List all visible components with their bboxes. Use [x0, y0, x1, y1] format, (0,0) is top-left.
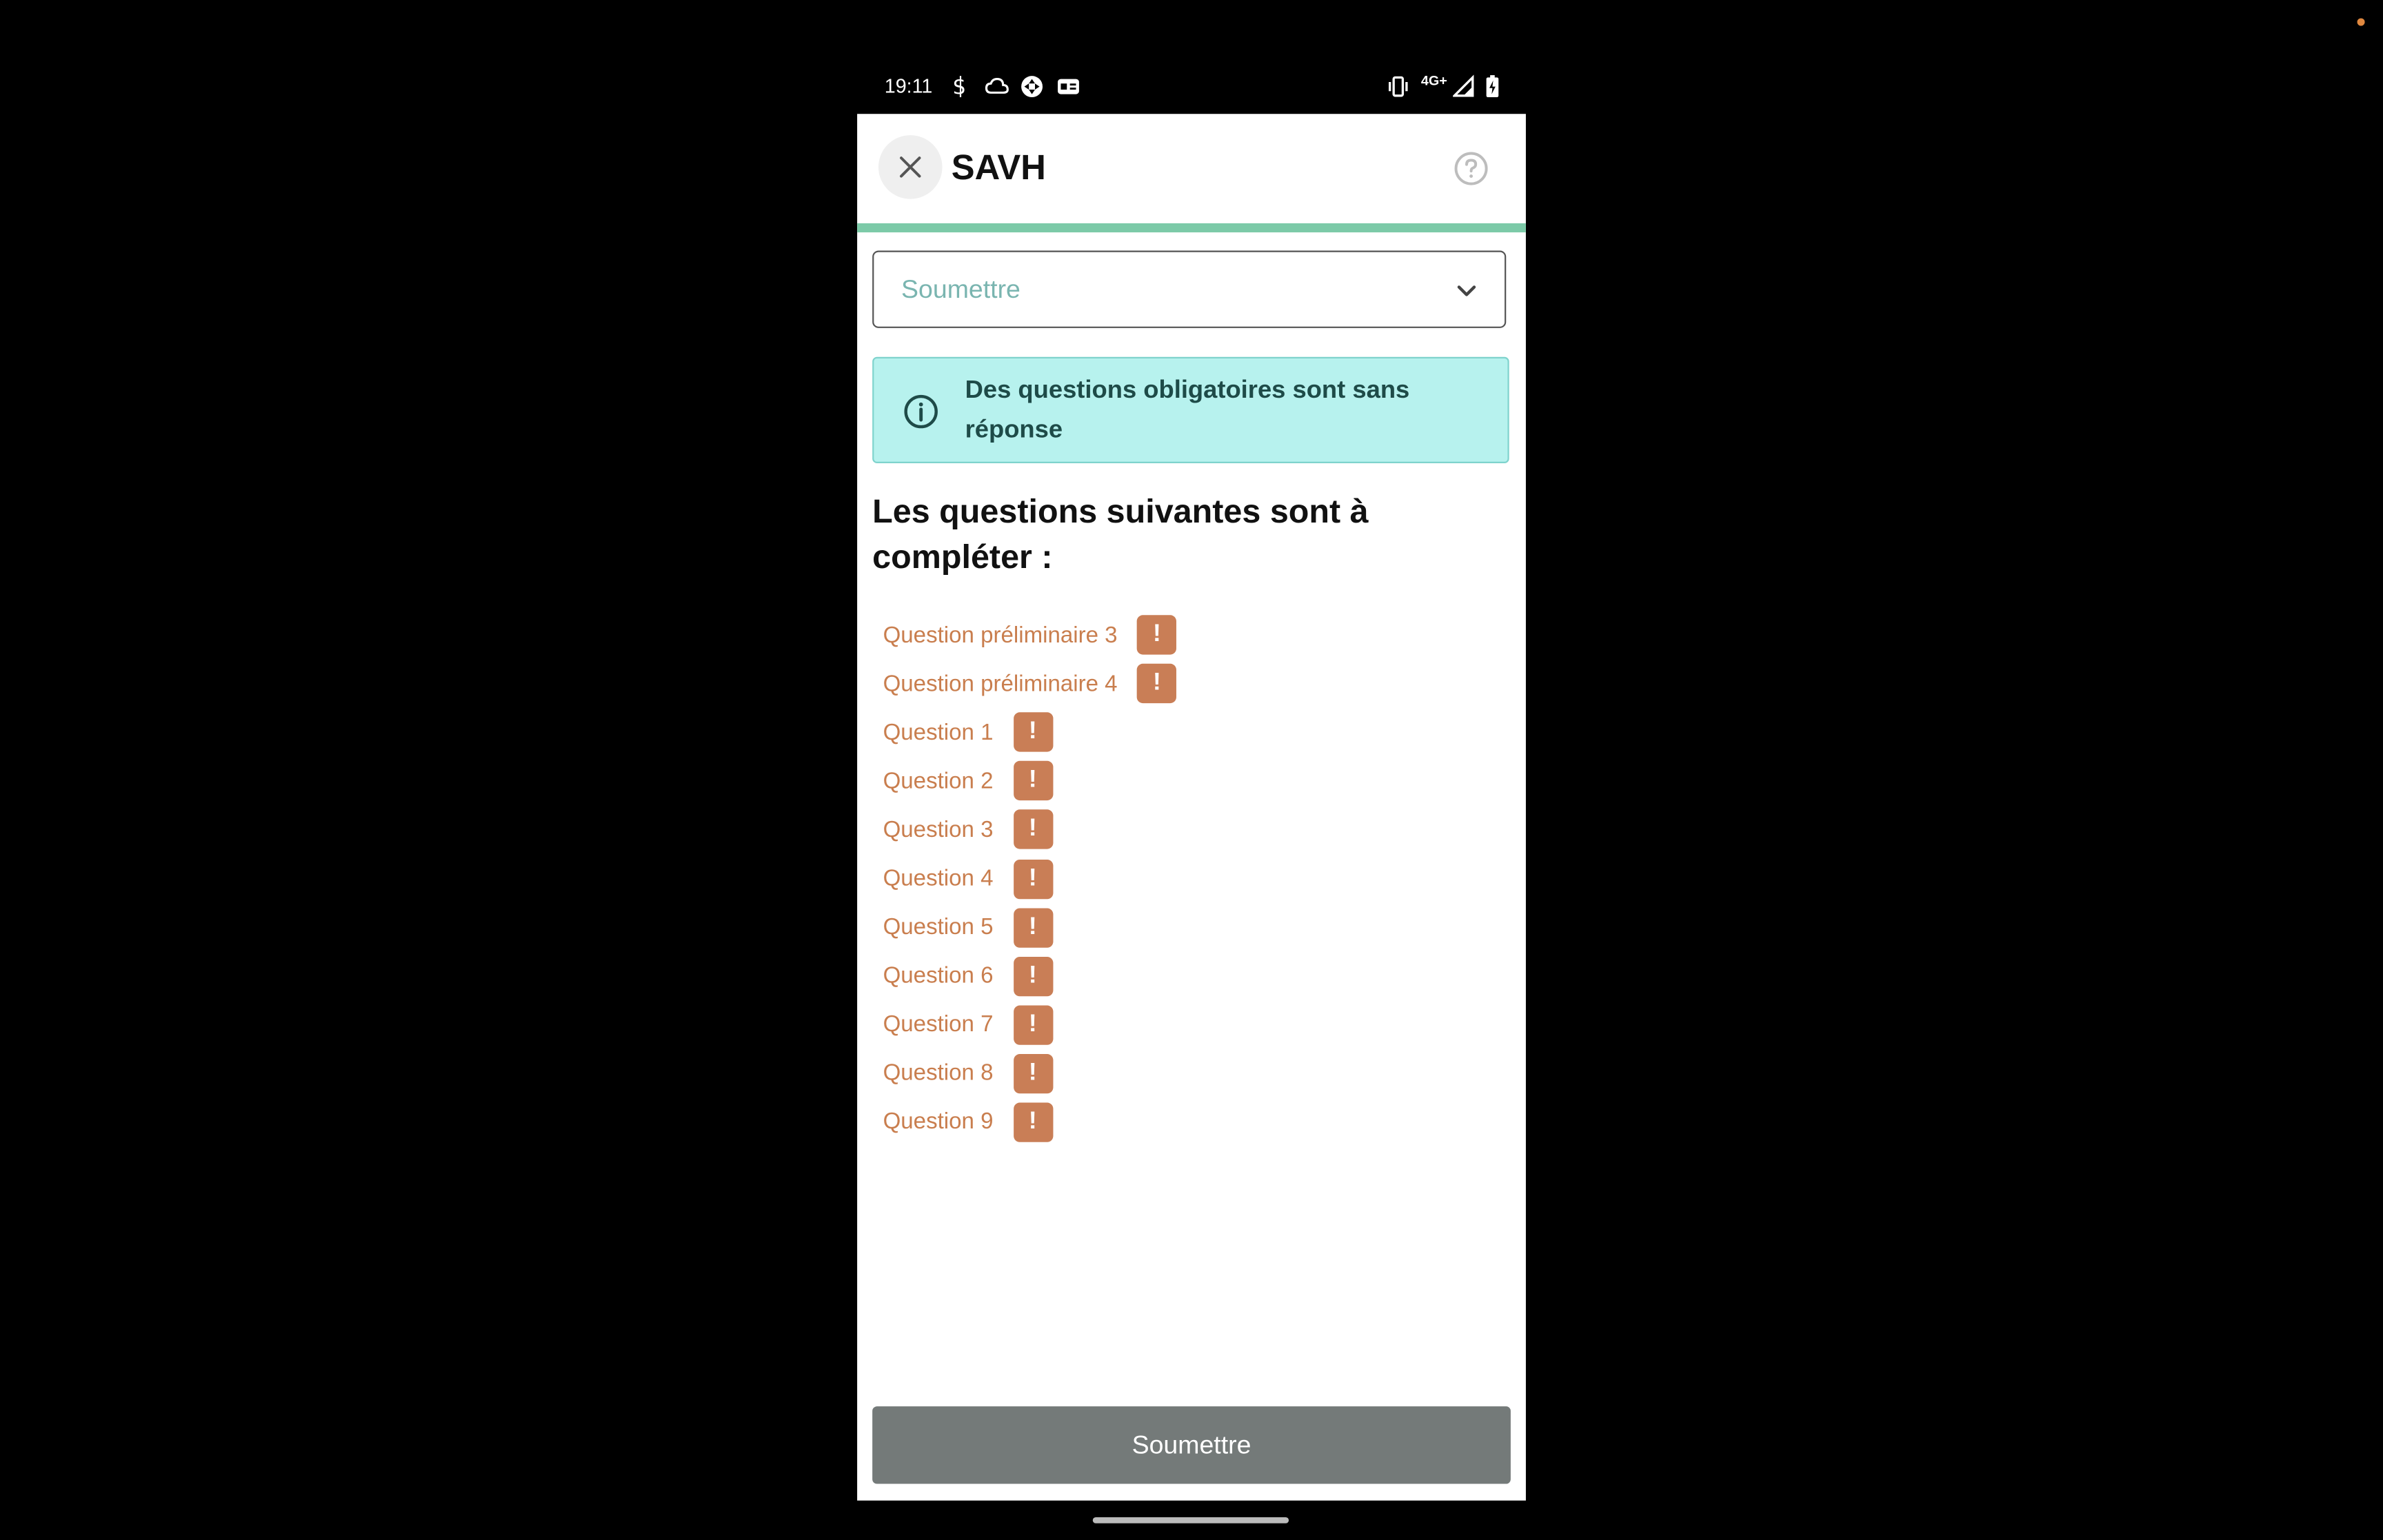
warning-badge-icon: ! [1137, 615, 1177, 655]
question-link[interactable]: Question préliminaire 4 [883, 671, 1118, 696]
question-link[interactable]: Question 6 [883, 963, 994, 989]
progress-fill [857, 223, 1526, 233]
screen: 19:11 S 4G+ SAVH Soumettre Des questions… [0, 0, 2383, 1540]
home-indicator[interactable] [1092, 1517, 1289, 1523]
notification-dot [2357, 18, 2365, 26]
question-item[interactable]: Question 3! [883, 806, 1177, 855]
warning-badge-icon: ! [1013, 858, 1053, 899]
question-link[interactable]: Question 2 [883, 768, 994, 793]
question-item[interactable]: Question 1! [883, 708, 1177, 757]
info-banner-message: Des questions obligatoires sont sans rép… [965, 376, 1410, 444]
signal-icon [1453, 74, 1474, 99]
question-item[interactable]: Question préliminaire 3! [883, 611, 1177, 660]
question-link[interactable]: Question 7 [883, 1012, 994, 1037]
question-item[interactable]: Question 9! [883, 1098, 1177, 1147]
help-circle-icon [1454, 152, 1488, 185]
close-button[interactable] [878, 135, 943, 199]
question-link[interactable]: Question préliminaire 3 [883, 622, 1118, 647]
s-sync-icon: S [952, 74, 969, 99]
svg-text:S: S [953, 76, 965, 99]
question-item[interactable]: Question 5! [883, 903, 1177, 952]
network-label: 4G+ [1420, 72, 1447, 88]
info-circle-icon [903, 394, 939, 438]
warning-badge-icon: ! [1013, 907, 1053, 947]
status-bar: 19:11 S 4G+ [857, 61, 1526, 112]
app-screen: SAVH Soumettre Des questions obligatoire… [857, 114, 1526, 1501]
progress-bar [857, 223, 1526, 233]
question-item[interactable]: Question préliminaire 4! [883, 659, 1177, 708]
step-select[interactable]: Soumettre [872, 250, 1507, 328]
warning-badge-icon: ! [1013, 761, 1053, 801]
gamepad-icon [1020, 74, 1044, 99]
question-item[interactable]: Question 7! [883, 1000, 1177, 1049]
submit-button[interactable]: Soumettre [872, 1406, 1511, 1484]
battery-icon [1485, 74, 1500, 99]
warning-badge-icon: ! [1013, 1005, 1053, 1045]
question-item[interactable]: Question 2! [883, 757, 1177, 806]
question-link[interactable]: Question 3 [883, 817, 994, 842]
question-link[interactable]: Question 9 [883, 1109, 994, 1135]
warning-badge-icon: ! [1013, 1053, 1053, 1094]
warning-badge-icon: ! [1013, 956, 1053, 996]
question-item[interactable]: Question 4! [883, 854, 1177, 903]
question-link[interactable]: Question 5 [883, 915, 994, 940]
info-banner: Des questions obligatoires sont sans rép… [872, 356, 1509, 463]
chevron-down-icon [1456, 279, 1478, 307]
vibrate-icon [1386, 74, 1410, 99]
question-item[interactable]: Question 8! [883, 1049, 1177, 1098]
status-time: 19:11 [884, 74, 933, 98]
app-title: SAVH [951, 147, 1046, 187]
card-icon [1056, 74, 1080, 99]
question-list: Question préliminaire 3! Question prélimi… [883, 611, 1177, 1147]
close-icon [900, 156, 921, 178]
question-link[interactable]: Question 1 [883, 720, 994, 745]
help-button[interactable] [1453, 150, 1489, 187]
cloud-icon [985, 74, 1009, 99]
question-link[interactable]: Question 8 [883, 1061, 994, 1086]
warning-badge-icon: ! [1137, 664, 1177, 704]
warning-badge-icon: ! [1013, 712, 1053, 753]
warning-badge-icon: ! [1013, 1102, 1053, 1142]
warning-badge-icon: ! [1013, 810, 1053, 850]
question-link[interactable]: Question 4 [883, 866, 994, 891]
step-select-value: Soumettre [901, 274, 1020, 304]
section-heading: Les questions suivantes sont à compléter… [872, 492, 1369, 576]
question-item[interactable]: Question 6! [883, 952, 1177, 1001]
